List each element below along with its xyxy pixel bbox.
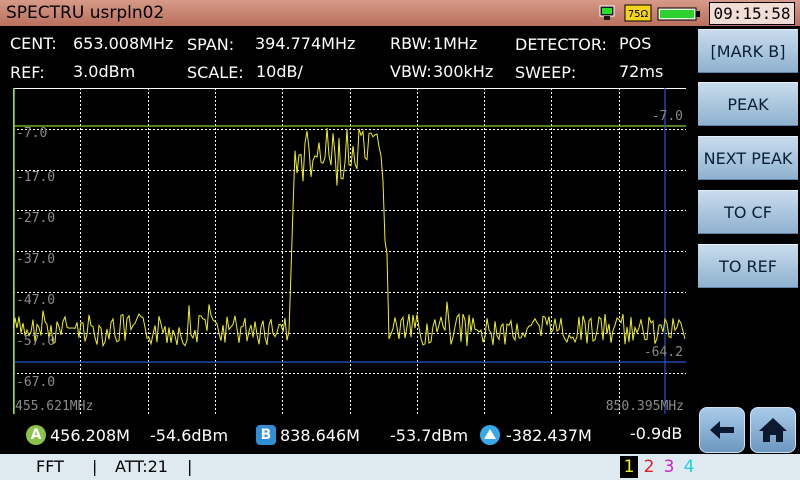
- impedance-label: 75Ω: [628, 9, 649, 20]
- mark-b-button[interactable]: [MARK B]: [698, 29, 798, 73]
- y-label-7: -67.0: [16, 375, 55, 390]
- marker-b-level: -53.7dBm: [390, 426, 469, 445]
- bottom-status-bar: FFT | ATT:21 | 1 2 3 4: [0, 454, 800, 480]
- vbw-label: VBW:: [390, 62, 432, 81]
- y-label-3: -27.0: [16, 211, 55, 226]
- delta-level: -0.9dB: [630, 424, 683, 443]
- detector-value: POS: [619, 34, 652, 53]
- separator-2: |: [187, 457, 193, 476]
- app-title: SPECTRU usrpln02: [6, 3, 165, 23]
- ref-label: REF:: [10, 63, 45, 82]
- back-button[interactable]: [699, 407, 745, 453]
- marker-a-freq: 456.208M: [50, 426, 130, 445]
- trace-3[interactable]: 3: [660, 456, 678, 478]
- scale-label: SCALE:: [187, 63, 244, 82]
- left-arrow-icon: [710, 421, 734, 439]
- vbw-value: 300kHz: [433, 62, 494, 81]
- title-bar: SPECTRU usrpln02 75Ω 09:15:58: [0, 0, 800, 26]
- delta-freq: -382.437M: [506, 426, 592, 445]
- spectrum-plot[interactable]: -7.0 -17.0 -27.0 -37.0 -47.0 -57.0 -67.0…: [13, 88, 686, 414]
- detector-label: DETECTOR:: [515, 35, 607, 54]
- sweep-value: 72ms: [619, 62, 664, 81]
- rbw-label: RBW:: [390, 34, 432, 53]
- span-label: SPAN:: [187, 35, 235, 54]
- x-end-label: 850.395MHz: [606, 399, 684, 414]
- status-icons-svg: 75Ω: [599, 4, 700, 22]
- x-start-label: 455.621MHz: [15, 399, 93, 414]
- clock: 09:15:58: [709, 2, 795, 25]
- network-icon: [599, 5, 615, 20]
- sweep-label: SWEEP:: [515, 63, 577, 82]
- plot-grid: [13, 88, 686, 414]
- marker-b-badge: B: [256, 425, 276, 445]
- spectrum-trace: [13, 127, 686, 348]
- marker-level-label: -64.2: [644, 345, 683, 360]
- to-ref-button[interactable]: TO REF: [698, 244, 798, 288]
- attenuation-label[interactable]: ATT:21: [115, 457, 168, 476]
- scale-value: 10dB/: [256, 62, 303, 81]
- span-value: 394.774MHz: [255, 34, 356, 53]
- home-button[interactable]: [750, 407, 796, 453]
- y-label-2: -17.0: [16, 170, 55, 185]
- next-peak-button[interactable]: NEXT PEAK: [698, 136, 798, 180]
- home-icon: [759, 418, 787, 442]
- marker-b-freq: 838.646M: [280, 426, 360, 445]
- y-label-5: -47.0: [16, 293, 55, 308]
- y-right-label: -7.0: [652, 109, 683, 124]
- to-cf-button[interactable]: TO CF: [698, 190, 798, 234]
- cent-label: CENT:: [10, 34, 57, 53]
- power-level-icon: 75Ω: [624, 4, 652, 22]
- marker-a-level: -54.6dBm: [150, 426, 229, 445]
- trace-2[interactable]: 2: [640, 456, 658, 478]
- delta-icon: [480, 425, 500, 445]
- rbw-value: 1MHz: [433, 34, 478, 53]
- trace-4[interactable]: 4: [680, 456, 698, 478]
- y-label-1: -7.0: [16, 126, 47, 141]
- battery-icon: [657, 7, 700, 21]
- status-icons: 75Ω: [598, 4, 708, 22]
- marker-a-badge: A: [26, 425, 46, 445]
- ref-value: 3.0dBm: [73, 62, 136, 81]
- peak-button[interactable]: PEAK: [698, 82, 798, 126]
- y-label-6: -57.0: [16, 334, 55, 349]
- mode-label[interactable]: FFT: [36, 457, 64, 476]
- separator-1: |: [92, 457, 98, 476]
- y-label-4: -37.0: [16, 252, 55, 267]
- cent-value: 653.008MHz: [73, 34, 174, 53]
- trace-1[interactable]: 1: [620, 456, 638, 478]
